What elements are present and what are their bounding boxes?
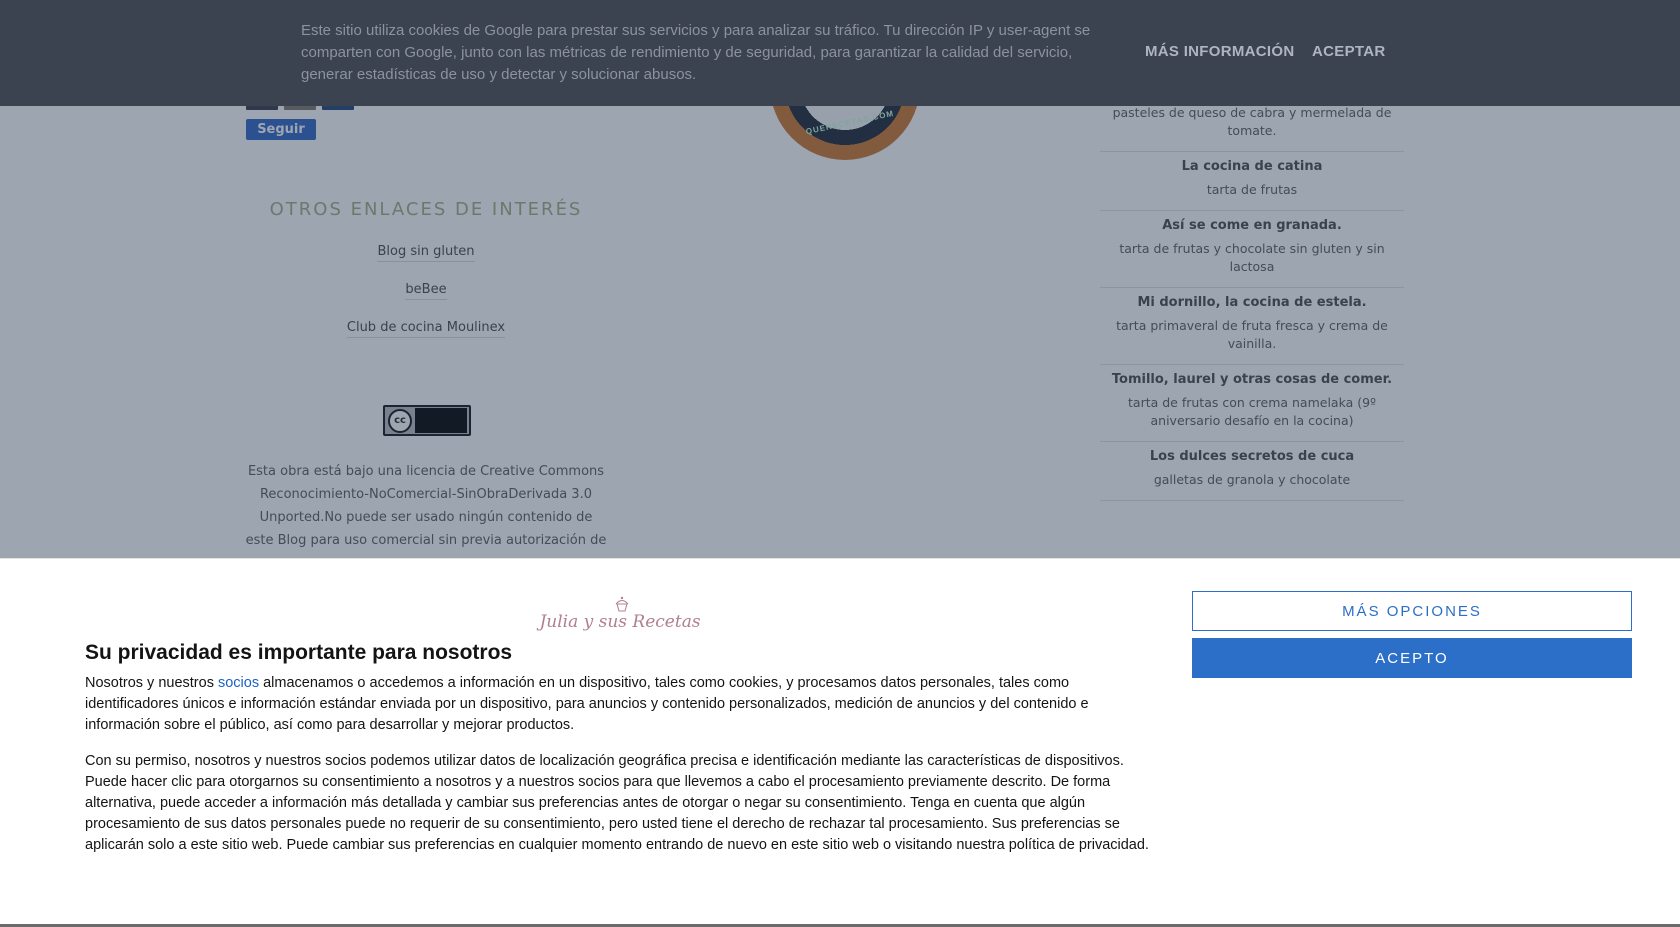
partners-link[interactable]: socios — [218, 675, 259, 691]
consent-title: Su privacidad es importante para nosotro… — [85, 641, 513, 664]
accept-button[interactable]: ACEPTO — [1192, 638, 1632, 678]
consent-paragraph-1: Nosotros y nuestros socios almacenamos o… — [85, 675, 1089, 733]
logo-text: Julia y sus Recetas — [539, 612, 701, 632]
cookie-notice-text: Este sitio utiliza cookies de Google par… — [301, 22, 1091, 83]
cupcake-icon — [615, 596, 629, 612]
google-cookie-bar: Este sitio utiliza cookies de Google par… — [0, 0, 1680, 106]
more-info-button[interactable]: MÁS INFORMACIÓN — [1145, 43, 1295, 60]
more-options-button[interactable]: MÁS OPCIONES — [1192, 591, 1632, 631]
site-logo: Julia y sus Recetas — [535, 596, 705, 642]
accept-cookies-button[interactable]: ACEPTAR — [1312, 43, 1386, 60]
consent-paragraph-2: Con su permiso, nosotros y nuestros soci… — [85, 753, 1149, 853]
